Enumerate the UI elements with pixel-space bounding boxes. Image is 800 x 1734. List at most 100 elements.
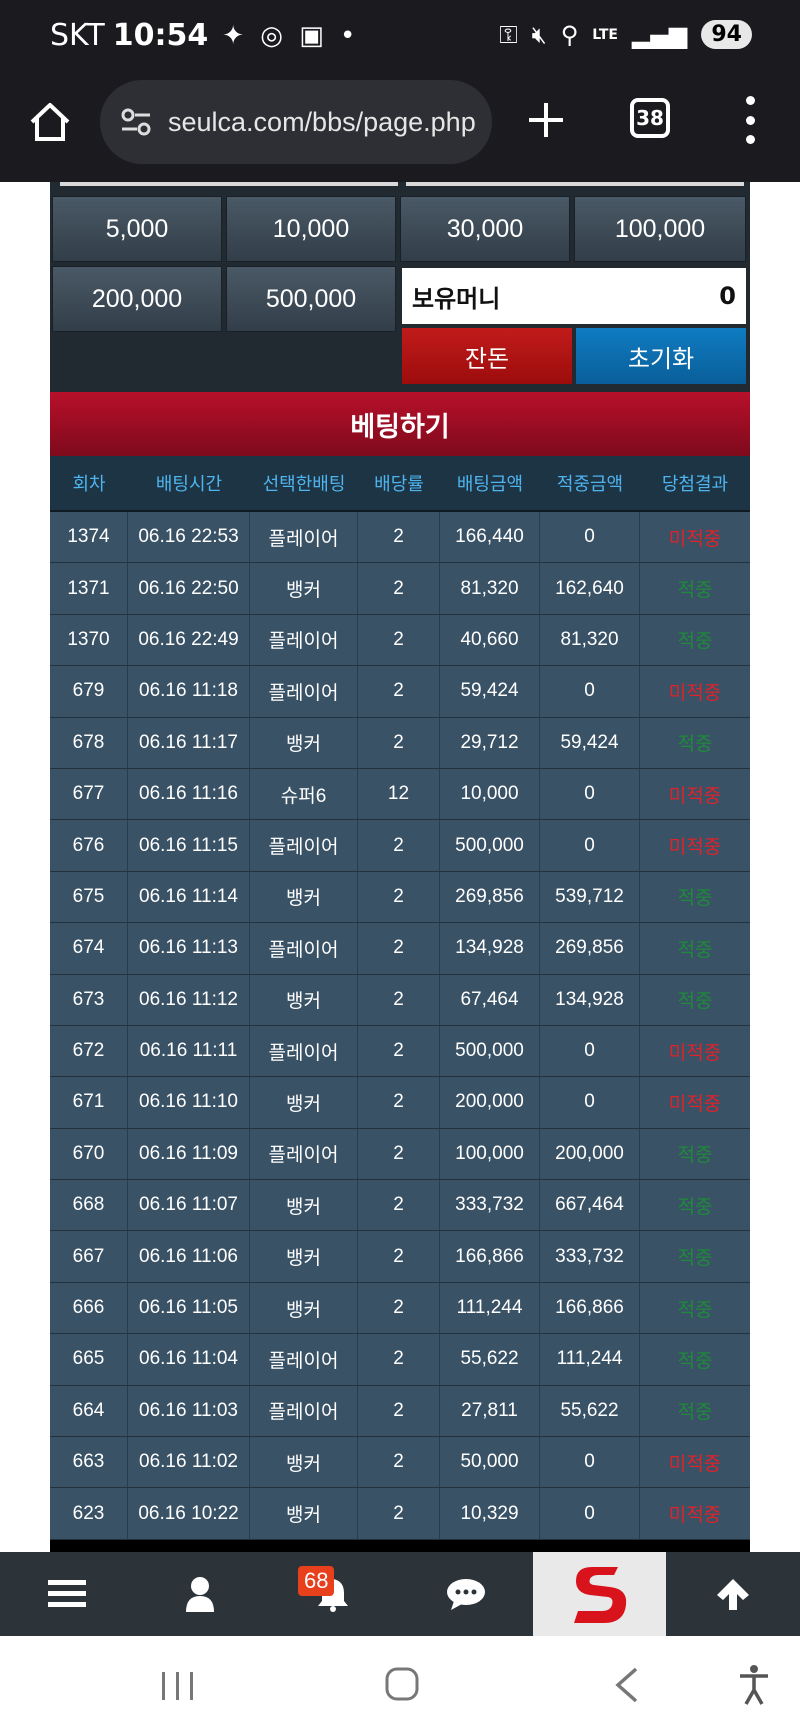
cell-round: 679 — [50, 666, 128, 717]
cell-stake: 29,712 — [440, 717, 540, 768]
amount-button-100000[interactable]: 100,000 — [574, 196, 746, 262]
cell-result: 적중 — [677, 938, 713, 961]
new-tab-icon[interactable] — [526, 100, 566, 140]
table-row: 1370 06.16 22:49 플레이어 2 40,660 81,320 적중 — [50, 614, 750, 667]
cell-payout: 269,856 — [540, 923, 640, 974]
notification-badge: 68 — [298, 1566, 335, 1596]
cell-round: 1371 — [50, 563, 128, 614]
signal-icon: ▂▄▆ — [632, 20, 688, 49]
cell-odds: 2 — [358, 1282, 440, 1334]
user-button[interactable] — [133, 1552, 266, 1636]
cell-round: 1370 — [50, 614, 128, 666]
cell-odds: 2 — [358, 1180, 440, 1231]
cell-payout: 0 — [540, 1025, 640, 1077]
table-row: 667 06.16 11:06 뱅커 2 166,866 333,732 적중 — [50, 1231, 750, 1283]
cell-result: 미적중 — [668, 1504, 722, 1527]
header-stake: 배팅금액 — [456, 474, 524, 495]
cell-choice: 뱅커 — [250, 1077, 358, 1128]
accessibility-icon[interactable] — [738, 1664, 770, 1706]
brand-logo[interactable] — [533, 1552, 666, 1636]
cell-time: 06.16 11:03 — [128, 1385, 250, 1437]
cell-payout: 539,712 — [540, 871, 640, 923]
address-bar[interactable]: seulca.com/bbs/page.php — [100, 80, 492, 164]
cell-choice: 플레이어 — [250, 512, 358, 563]
site-settings-icon[interactable] — [118, 104, 154, 140]
cell-odds: 2 — [358, 974, 440, 1025]
cell-time: 06.16 11:12 — [128, 974, 250, 1025]
table-row: 671 06.16 11:10 뱅커 2 200,000 0 미적중 — [50, 1077, 750, 1129]
cell-payout: 166,866 — [540, 1282, 640, 1334]
cell-result: 적중 — [677, 990, 713, 1013]
cell-odds: 2 — [358, 1385, 440, 1437]
more-menu-icon[interactable] — [740, 96, 760, 144]
cell-payout: 667,464 — [540, 1180, 640, 1231]
cell-payout: 333,732 — [540, 1231, 640, 1282]
cell-stake: 134,928 — [440, 923, 540, 974]
cell-odds: 2 — [358, 1128, 440, 1180]
home-icon[interactable] — [28, 100, 72, 144]
cell-stake: 10,329 — [440, 1488, 540, 1539]
cell-payout: 0 — [540, 1488, 640, 1539]
back-nav-icon[interactable] — [612, 1666, 642, 1704]
cell-result: 미적중 — [668, 836, 722, 859]
cell-round: 667 — [50, 1231, 128, 1282]
cell-round: 666 — [50, 1282, 128, 1334]
bottom-nav: 68 — [0, 1552, 800, 1636]
amount-button-200000[interactable]: 200,000 — [52, 266, 222, 332]
cell-stake: 500,000 — [440, 820, 540, 871]
cell-choice: 플레이어 — [250, 820, 358, 871]
amount-button-5000[interactable]: 5,000 — [52, 196, 222, 262]
header-payout: 적중금액 — [556, 474, 624, 495]
cell-round: 671 — [50, 1077, 128, 1128]
cell-odds: 2 — [358, 1334, 440, 1385]
cell-odds: 2 — [358, 512, 440, 563]
cell-odds: 2 — [358, 1077, 440, 1128]
amount-button-500000[interactable]: 500,000 — [226, 266, 396, 332]
cell-stake: 100,000 — [440, 1128, 540, 1180]
table-row: 665 06.16 11:04 플레이어 2 55,622 111,244 적중 — [50, 1334, 750, 1386]
chat-button[interactable] — [399, 1552, 532, 1636]
cell-round: 665 — [50, 1334, 128, 1385]
menu-button[interactable] — [0, 1552, 133, 1636]
cell-result: 미적중 — [668, 784, 722, 807]
balance-label: 보유머니 — [412, 284, 501, 313]
cell-choice: 뱅커 — [250, 1437, 358, 1488]
cell-result: 적중 — [677, 1144, 713, 1167]
cell-result: 적중 — [677, 1349, 713, 1372]
cell-payout: 59,424 — [540, 717, 640, 768]
cell-choice: 뱅커 — [250, 563, 358, 614]
cell-result: 적중 — [677, 887, 713, 910]
home-nav-icon[interactable] — [384, 1666, 420, 1702]
status-left: SKT 10:54 ✦ ◎ ▣ • — [50, 18, 359, 53]
table-row: 670 06.16 11:09 플레이어 2 100,000 200,000 적중 — [50, 1128, 750, 1181]
cell-payout: 55,622 — [540, 1385, 640, 1437]
balance-box: 보유머니 0 — [402, 268, 746, 324]
cell-round: 674 — [50, 923, 128, 974]
carrier-label: SKT — [50, 18, 105, 53]
browser-toolbar: seulca.com/bbs/page.php 38 — [0, 74, 800, 182]
cell-time: 06.16 22:49 — [128, 614, 250, 666]
url-text: seulca.com/bbs/page.php — [168, 106, 476, 137]
clock: 10:54 — [112, 18, 209, 53]
page-content: 5,000 10,000 30,000 100,000 200,000 500,… — [0, 182, 800, 1552]
amount-button-30000[interactable]: 30,000 — [400, 196, 570, 262]
battery-indicator: 94 — [701, 20, 752, 49]
cell-time: 06.16 11:18 — [128, 666, 250, 717]
cell-time: 06.16 22:53 — [128, 512, 250, 563]
cell-time: 06.16 11:02 — [128, 1437, 250, 1488]
table-row: 674 06.16 11:13 플레이어 2 134,928 269,856 적중 — [50, 923, 750, 975]
header-odds: 배당률 — [374, 474, 424, 495]
cell-round: 677 — [50, 768, 128, 820]
reset-button[interactable]: 초기화 — [576, 328, 746, 384]
tab-switcher-button[interactable]: 38 — [630, 98, 670, 138]
cell-payout: 0 — [540, 1077, 640, 1128]
recents-icon[interactable] — [160, 1670, 196, 1702]
change-button[interactable]: 잔돈 — [402, 328, 572, 384]
cell-stake: 10,000 — [440, 768, 540, 820]
bet-button[interactable]: 베팅하기 — [50, 392, 750, 456]
cell-stake: 81,320 — [440, 563, 540, 614]
amount-button-10000[interactable]: 10,000 — [226, 196, 396, 262]
cell-result: 적중 — [677, 1401, 713, 1424]
table-body: 1374 06.16 22:53 플레이어 2 166,440 0 미적중 1371 06.16… — [50, 512, 750, 1540]
scroll-top-button[interactable] — [666, 1552, 800, 1636]
